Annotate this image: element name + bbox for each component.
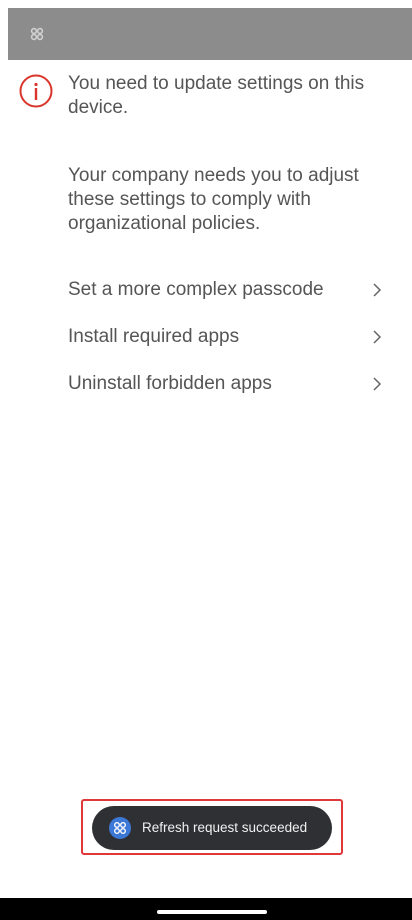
toast-message: Refresh request succeeded: [142, 820, 308, 835]
info-circle-icon: [19, 74, 53, 108]
company-logo-icon: [30, 27, 44, 41]
alert-description: Your company needs you to adjust these s…: [68, 165, 359, 234]
chevron-right-icon: [373, 283, 382, 297]
settings-item-complex-passcode[interactable]: Set a more complex passcode: [68, 272, 388, 319]
home-indicator[interactable]: [157, 910, 267, 914]
settings-item-label: Uninstall forbidden apps: [68, 373, 272, 394]
settings-item-uninstall-forbidden-apps[interactable]: Uninstall forbidden apps: [68, 366, 388, 413]
settings-item-label: Install required apps: [68, 326, 240, 347]
alert-title: You need to update settings on this devi…: [68, 73, 365, 118]
chevron-right-icon: [373, 330, 382, 344]
navigation-bar: [0, 898, 412, 920]
settings-item-label: Set a more complex passcode: [68, 279, 324, 300]
company-portal-icon: [109, 817, 131, 839]
settings-list: Set a more complex passcode Install requ…: [68, 272, 388, 413]
chevron-right-icon: [373, 377, 382, 391]
settings-item-install-required-apps[interactable]: Install required apps: [68, 319, 388, 366]
toast-notification: Refresh request succeeded: [92, 806, 332, 850]
status-bar: [8, 8, 412, 60]
